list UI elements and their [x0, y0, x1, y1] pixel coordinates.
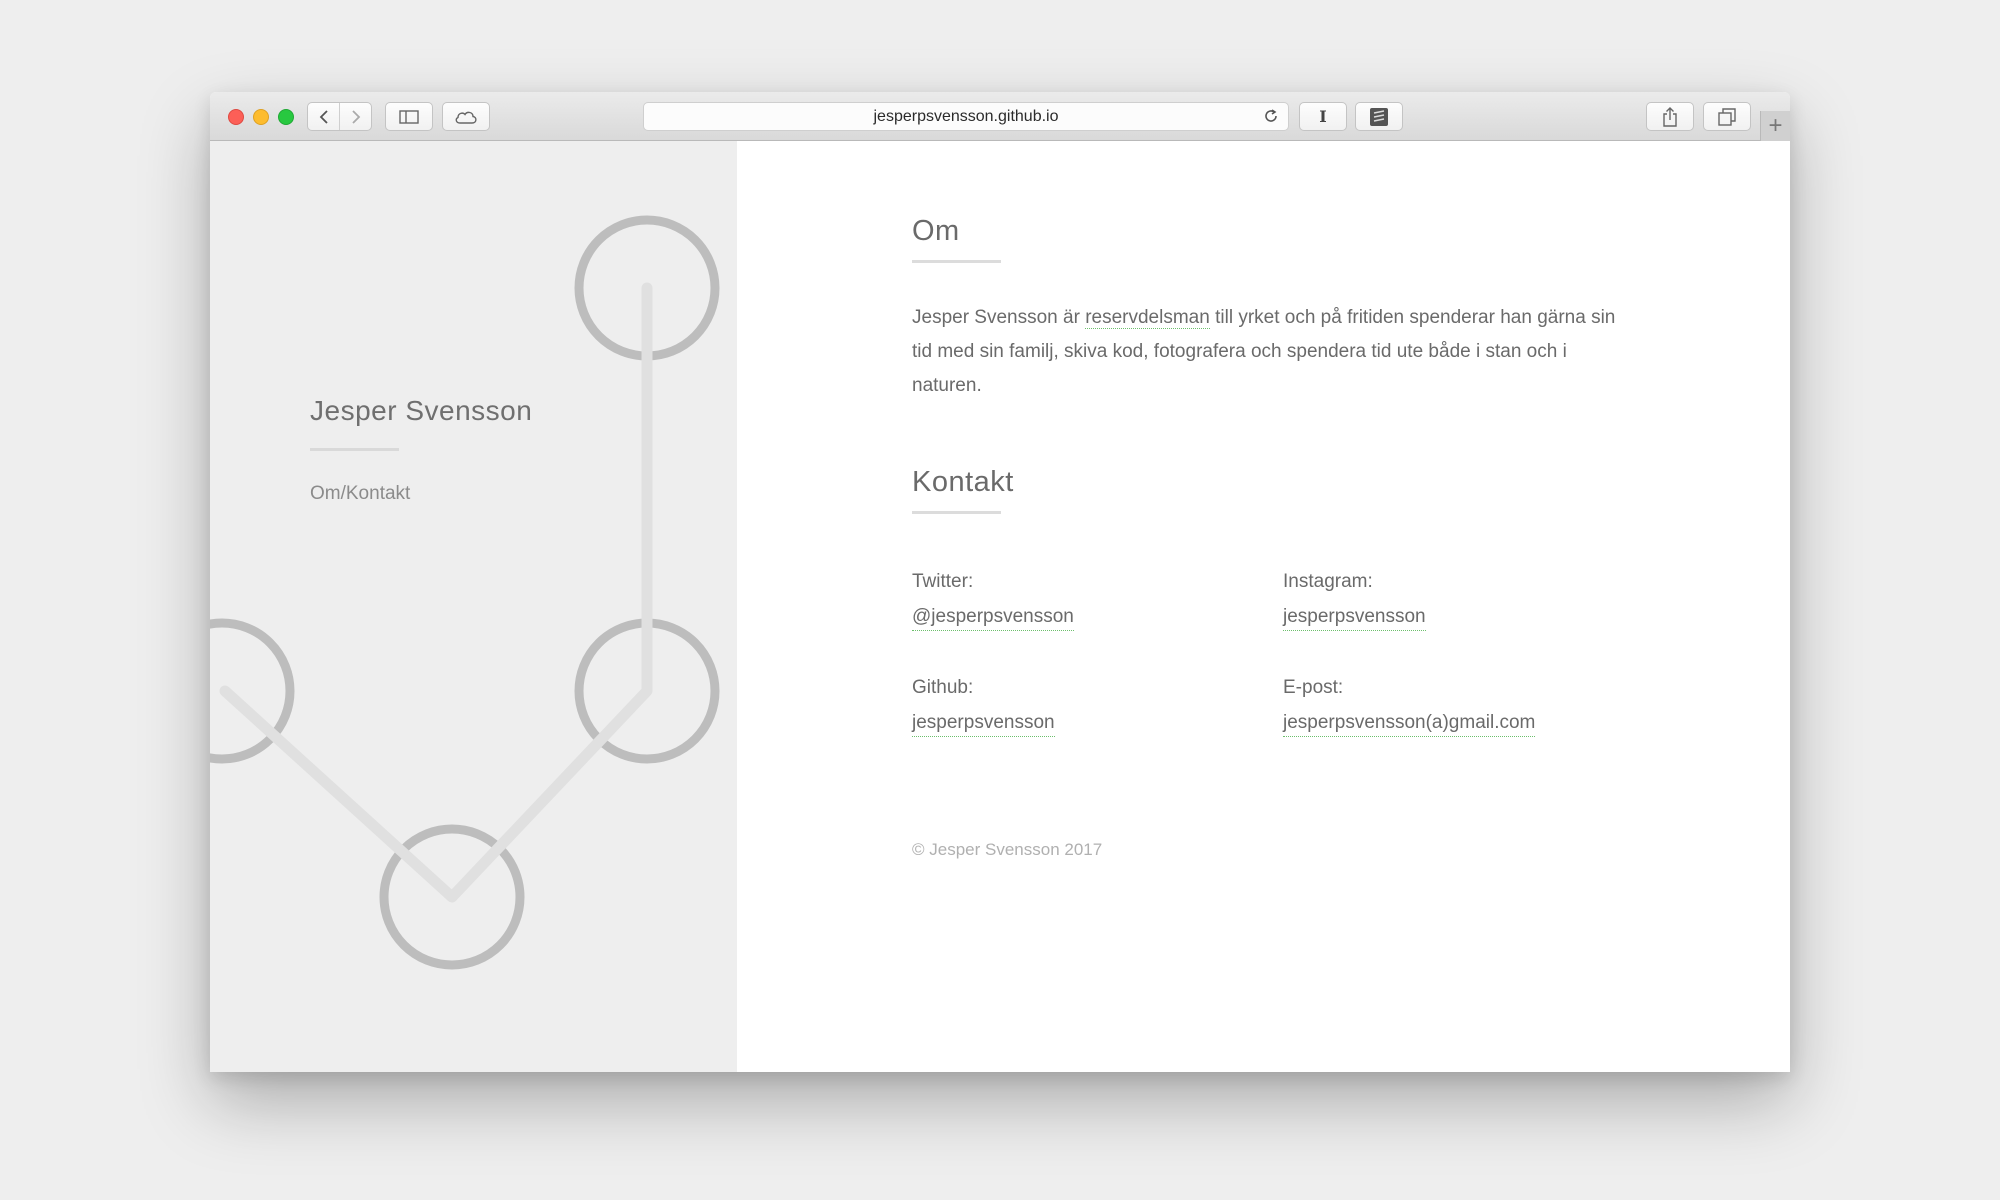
back-icon[interactable]: [308, 103, 339, 130]
github-label: Github:: [912, 677, 974, 698]
email-link[interactable]: jesperpsvensson(a)gmail.com: [1283, 710, 1536, 737]
extension-icon: [1370, 107, 1388, 126]
contact-heading-divider: [912, 511, 1001, 514]
title-divider: [310, 448, 399, 451]
deco-line: [219, 282, 653, 903]
sidebar-toggle-icon[interactable]: [385, 102, 433, 131]
email-label: E-post:: [1283, 677, 1344, 698]
back-forward-group: [307, 102, 372, 131]
browser-window: jesperpsvensson.github.io I + Jesper Sve…: [210, 92, 1790, 1072]
footer-copyright: © Jesper Svensson 2017: [912, 840, 1103, 859]
tabs-overview-button[interactable]: [1703, 102, 1751, 131]
minimize-window-button[interactable]: [253, 109, 269, 125]
about-text-start: Jesper Svensson är: [912, 307, 1086, 328]
github-link[interactable]: jesperpsvensson: [912, 710, 1055, 737]
main-content: Om Jesper Svensson är reservdelsman till…: [737, 141, 1790, 1072]
share-button[interactable]: [1646, 102, 1694, 131]
tabs-overview-icon: [1718, 107, 1736, 126]
new-tab-button[interactable]: +: [1760, 111, 1790, 141]
maximize-window-button[interactable]: [278, 109, 294, 125]
about-heading: Om: [912, 215, 960, 247]
icloud-tabs-icon[interactable]: [442, 102, 490, 131]
url-text: jesperpsvensson.github.io: [873, 107, 1059, 125]
twitter-link[interactable]: @jesperpsvensson: [912, 604, 1074, 631]
extension-button[interactable]: [1355, 102, 1403, 131]
contact-heading: Kontakt: [912, 466, 1014, 498]
about-heading-divider: [912, 260, 1001, 263]
reservdelsman-link[interactable]: reservdelsman: [1085, 307, 1210, 329]
twitter-label: Twitter:: [912, 571, 974, 592]
browser-toolbar: jesperpsvensson.github.io I +: [210, 92, 1790, 141]
reader-button[interactable]: I: [1299, 102, 1347, 131]
decorative-graphic: [210, 215, 720, 970]
close-window-button[interactable]: [228, 109, 244, 125]
reader-icon: I: [1319, 107, 1327, 126]
site-title[interactable]: Jesper Svensson: [310, 395, 532, 427]
reload-icon[interactable]: [1262, 107, 1280, 125]
nav-link-om-kontakt[interactable]: Om/Kontakt: [310, 483, 410, 505]
plus-icon: +: [1768, 112, 1783, 139]
page-content: Jesper Svensson Om/Kontakt Om Jesper Sve…: [210, 141, 1790, 1072]
sidebar: Jesper Svensson Om/Kontakt: [210, 141, 737, 1072]
share-icon: [1663, 106, 1677, 127]
forward-icon[interactable]: [339, 103, 371, 130]
address-bar[interactable]: jesperpsvensson.github.io: [643, 102, 1289, 131]
instagram-link[interactable]: jesperpsvensson: [1283, 604, 1426, 631]
about-text: Jesper Svensson är reservdelsman till yr…: [912, 301, 1632, 403]
instagram-label: Instagram:: [1283, 571, 1373, 592]
